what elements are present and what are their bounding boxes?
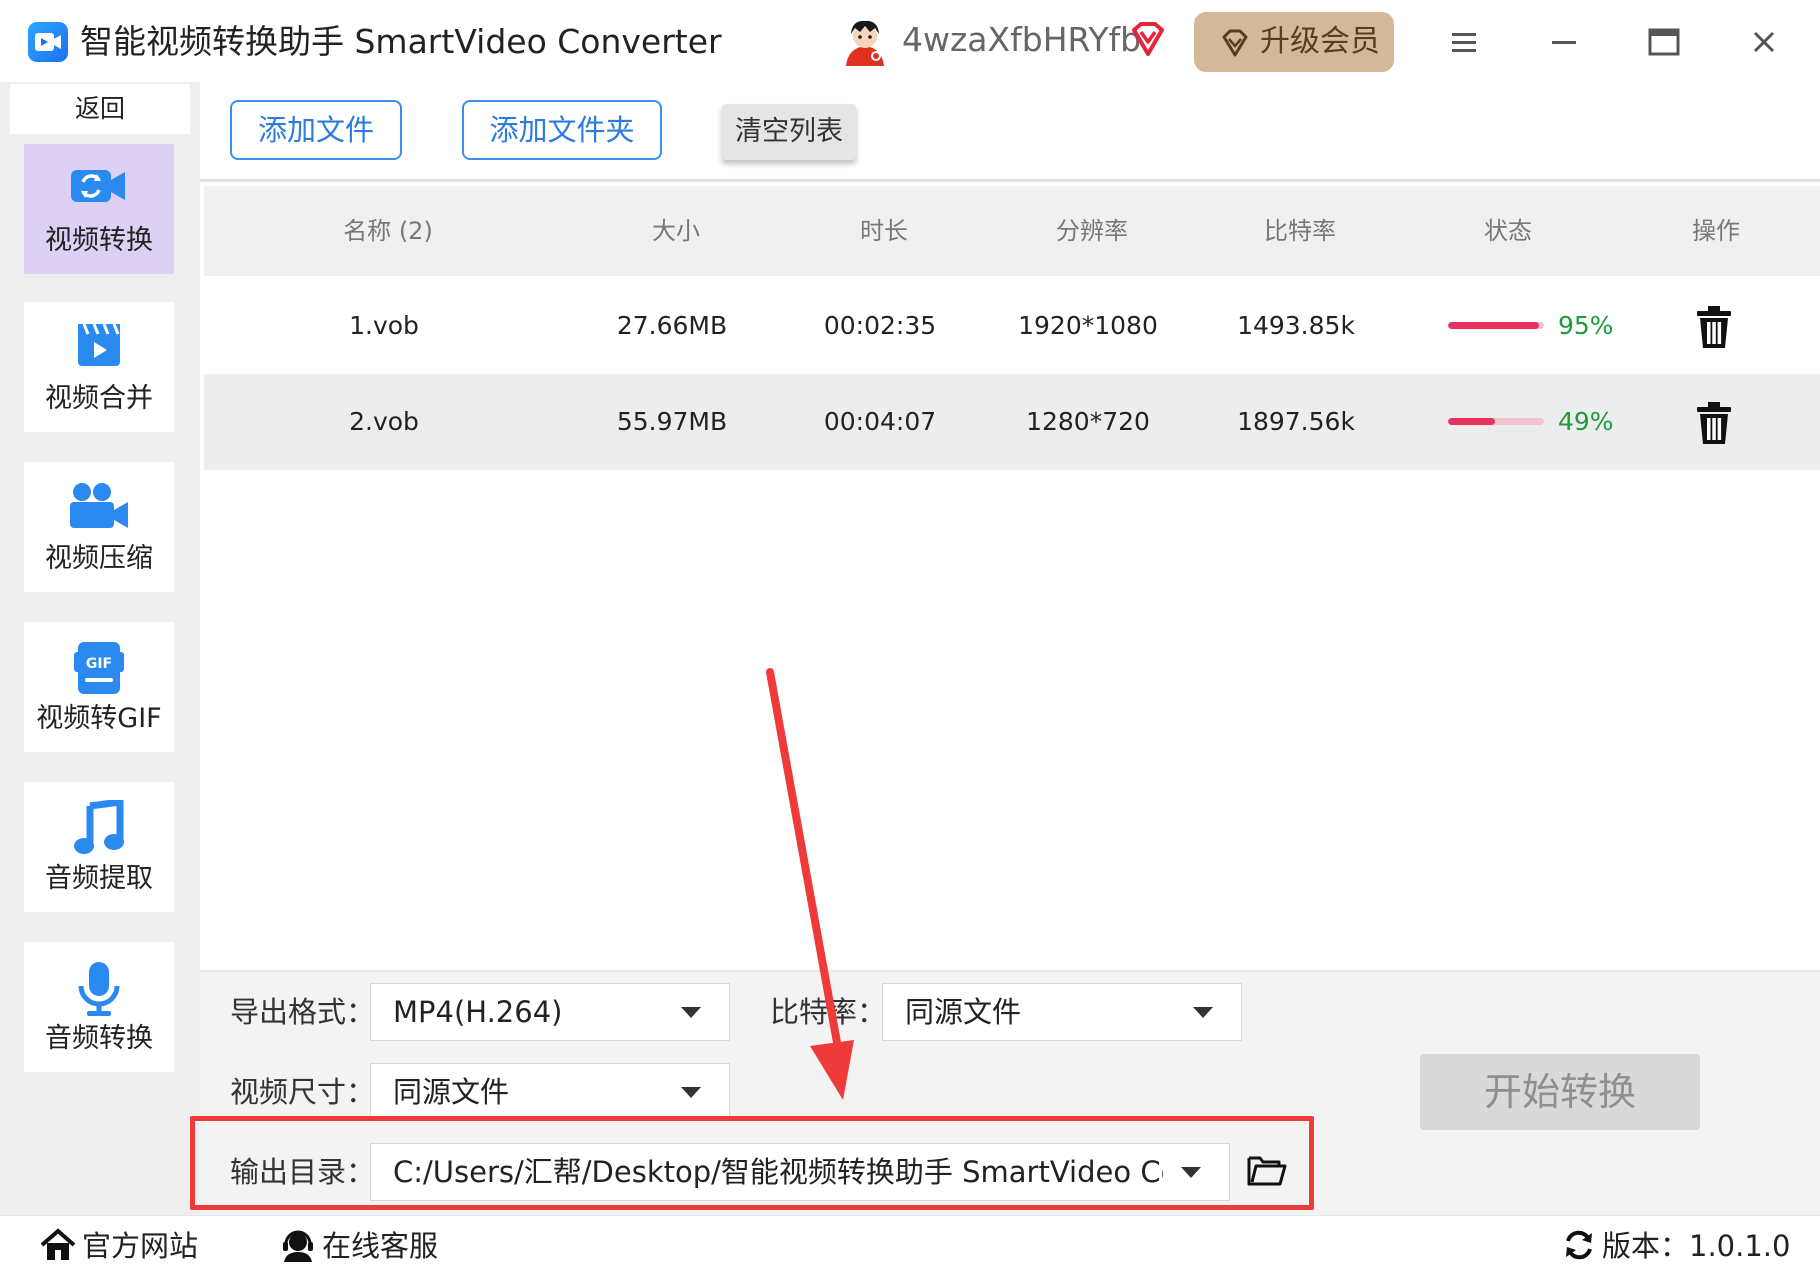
video-size-select[interactable]: 同源文件 (370, 1063, 730, 1121)
sidebar-item-video-gif[interactable]: GIF 视频转GIF (24, 622, 174, 752)
sidebar-item-label: 音频提取 (45, 863, 153, 894)
app-title: 智能视频转换助手 SmartVideo Converter (80, 22, 722, 61)
refresh-icon (1566, 1230, 1592, 1260)
video-size-label: 视频尺寸： (230, 1075, 376, 1109)
format-value: MP4(H.264) (393, 995, 563, 1029)
column-header-name[interactable]: 名称 (2) (318, 214, 458, 248)
video-convert-icon (24, 162, 174, 218)
file-bitrate: 1493.85k (1237, 311, 1355, 340)
chevron-down-icon (681, 1007, 701, 1018)
username[interactable]: 4wzaXfbHRYfb (902, 20, 1141, 60)
progress-bar (1448, 322, 1544, 329)
file-name: 1.vob (349, 311, 419, 340)
menu-icon[interactable] (1436, 18, 1492, 66)
version-info[interactable]: 版本：1.0.1.0 (1562, 1226, 1790, 1266)
avatar[interactable] (840, 16, 890, 66)
progress-fill (1448, 418, 1496, 425)
video-merge-icon (24, 320, 174, 376)
official-website-link[interactable]: 官方网站 (40, 1226, 198, 1266)
highlight-box (190, 1116, 1314, 1210)
footer (0, 1215, 1820, 1280)
file-size: 27.66MB (616, 311, 728, 340)
sidebar-item-video-merge[interactable]: 视频合并 (24, 302, 174, 432)
home-icon (40, 1228, 76, 1260)
bitrate-label: 比特率： (770, 995, 887, 1029)
official-website-label: 官方网站 (82, 1229, 199, 1263)
sidebar-item-video-compress[interactable]: 视频压缩 (24, 462, 174, 592)
music-note-icon (24, 798, 174, 856)
divider (200, 179, 1820, 182)
sidebar-item-label: 视频压缩 (45, 543, 153, 574)
column-header-size[interactable]: 大小 (616, 214, 736, 248)
svg-text:GIF: GIF (86, 656, 112, 672)
start-convert-button[interactable]: 开始转换 (1420, 1054, 1700, 1130)
video-size-value: 同源文件 (393, 1075, 510, 1109)
file-bitrate: 1897.56k (1237, 407, 1355, 436)
trash-icon[interactable] (1694, 401, 1734, 445)
sidebar-item-label: 视频转GIF (36, 703, 162, 734)
back-button[interactable]: 返回 (10, 84, 190, 134)
sidebar-item-label: 视频合并 (45, 383, 153, 414)
file-resolution: 1280*720 (1026, 407, 1150, 436)
diamond-icon (1222, 29, 1248, 57)
version-label: 版本：1.0.1.0 (1602, 1229, 1791, 1263)
sidebar-item-video-convert[interactable]: 视频转换 (24, 144, 174, 274)
file-duration: 00:04:07 (823, 407, 937, 436)
add-file-button[interactable]: 添加文件 (230, 100, 402, 160)
sidebar-item-label: 音频转换 (45, 1023, 153, 1054)
bitrate-select[interactable]: 同源文件 (882, 983, 1242, 1041)
maximize-icon[interactable] (1636, 18, 1692, 66)
progress-percent: 49% (1558, 407, 1614, 436)
chevron-down-icon (1193, 1007, 1213, 1018)
minimize-icon[interactable] (1536, 18, 1592, 66)
trash-icon[interactable] (1694, 305, 1734, 349)
online-support-link[interactable]: 在线客服 (280, 1226, 438, 1266)
progress-percent: 95% (1558, 311, 1614, 340)
online-support-label: 在线客服 (322, 1229, 439, 1263)
sidebar-item-audio-convert[interactable]: 音频转换 (24, 942, 174, 1072)
progress-bar (1448, 418, 1544, 425)
file-resolution: 1920*1080 (1018, 311, 1158, 340)
column-header-duration[interactable]: 时长 (824, 214, 944, 248)
column-header-action: 操作 (1692, 217, 1740, 245)
format-select[interactable]: MP4(H.264) (370, 983, 730, 1041)
file-duration: 00:02:35 (823, 311, 937, 340)
upgrade-label: 升级会员 (1260, 24, 1380, 59)
vip-diamond-icon (1128, 20, 1168, 60)
gif-icon: GIF (24, 640, 174, 696)
add-folder-button[interactable]: 添加文件夹 (462, 100, 662, 160)
file-name: 2.vob (349, 407, 419, 436)
column-header-resolution[interactable]: 分辨率 (1032, 214, 1152, 248)
progress-fill (1448, 322, 1540, 329)
column-header-status: 状态 (1484, 217, 1532, 245)
headset-icon (283, 1230, 313, 1262)
column-header-bitrate[interactable]: 比特率 (1240, 214, 1360, 248)
sidebar-item-label: 视频转换 (45, 225, 153, 256)
video-compress-icon (24, 480, 174, 536)
bitrate-value: 同源文件 (905, 995, 1022, 1029)
microphone-icon (24, 960, 174, 1016)
file-size: 55.97MB (616, 407, 728, 436)
clear-list-button[interactable]: 清空列表 (722, 104, 856, 160)
sidebar-item-audio-extract[interactable]: 音频提取 (24, 782, 174, 912)
close-icon[interactable] (1736, 18, 1792, 66)
format-label: 导出格式： (230, 995, 376, 1029)
app-logo-icon (28, 22, 68, 62)
upgrade-button[interactable]: 升级会员 (1194, 12, 1394, 72)
chevron-down-icon (681, 1087, 701, 1098)
